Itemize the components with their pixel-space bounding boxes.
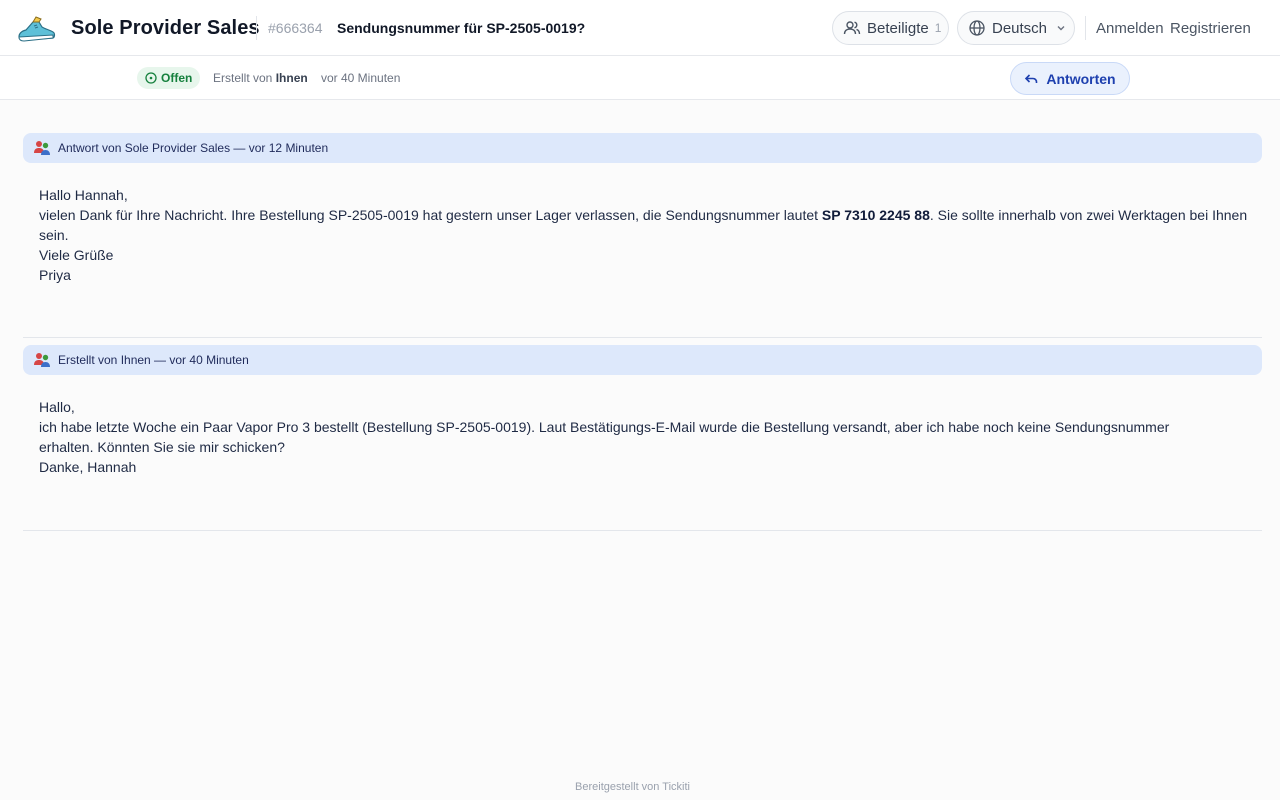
participants-label: Beteiligte [867, 19, 929, 37]
ticket-status-bar: Offen Erstellt von Ihnen vor 40 Minuten … [0, 56, 1280, 100]
people-group-icon [33, 351, 51, 369]
divider [256, 16, 257, 40]
message-header: Erstellt von Ihnen — vor 40 Minuten [23, 345, 1262, 375]
ticket-title: Sendungsnummer für SP-2505-0019? [337, 20, 586, 36]
ticket-id: #666364 [268, 20, 323, 36]
divider [1085, 16, 1086, 40]
message-body: Hallo Hannah, vielen Dank für Ihre Nachr… [23, 163, 1262, 285]
people-group-icon [33, 139, 51, 157]
message-closing: Viele Grüße [39, 247, 114, 263]
created-by-name: Ihnen [275, 71, 308, 85]
reply-label: Antworten [1046, 70, 1116, 87]
created-by: Erstellt von Ihnen [213, 71, 308, 85]
reply-button[interactable]: Antworten [1010, 62, 1130, 95]
reply-arrow-icon [1024, 72, 1038, 86]
message-header-text: Erstellt von Ihnen — vor 40 Minuten [58, 353, 249, 367]
message-greeting: Hallo Hannah, [39, 187, 128, 203]
status-badge: Offen [137, 67, 201, 89]
register-link[interactable]: Registrieren [1170, 20, 1251, 37]
powered-by-footer[interactable]: Bereitgestellt von Tickiti [0, 781, 1265, 793]
globe-icon [968, 19, 986, 37]
message: Antwort von Sole Provider Sales — vor 12… [23, 133, 1262, 285]
message-text-start: vielen Dank für Ihre Nachricht. Ihre Bes… [39, 207, 822, 223]
message: Erstellt von Ihnen — vor 40 Minuten Hall… [23, 345, 1262, 477]
tracking-number: SP 7310 2245 88 [821, 207, 930, 223]
message-divider [23, 337, 1262, 338]
message-signature: Priya [39, 267, 71, 283]
message-header-text: Antwort von Sole Provider Sales — vor 12… [58, 141, 329, 155]
brand-name[interactable]: Sole Provider Sales [71, 17, 260, 40]
message-signature: Danke, Hannah [39, 459, 137, 475]
login-link[interactable]: Anmelden [1096, 20, 1164, 37]
top-bar: Sole Provider Sales #666364 Sendungsnumm… [0, 0, 1280, 56]
chevron-down-icon [1055, 22, 1067, 34]
message-divider [23, 530, 1262, 531]
participants-button[interactable]: Beteiligte 1 [832, 11, 949, 45]
created-time: vor 40 Minuten [321, 71, 401, 85]
status-label: Offen [161, 71, 193, 85]
participants-count: 1 [934, 21, 942, 35]
message-body: Hallo, ich habe letzte Woche ein Paar Va… [23, 375, 1262, 477]
users-icon [843, 19, 861, 37]
message-header: Antwort von Sole Provider Sales — vor 12… [23, 133, 1262, 163]
message-greeting: Hallo, [39, 399, 75, 415]
created-prefix: Erstellt von [213, 71, 273, 85]
language-select[interactable]: Deutsch [957, 11, 1075, 45]
language-label: Deutsch [992, 19, 1048, 37]
sneaker-logo-icon[interactable] [16, 13, 56, 45]
message-text: ich habe letzte Woche ein Paar Vapor Pro… [39, 419, 1170, 455]
open-circle-icon [145, 72, 157, 84]
message-text: vielen Dank für Ihre Nachricht. Ihre Bes… [39, 205, 1262, 245]
